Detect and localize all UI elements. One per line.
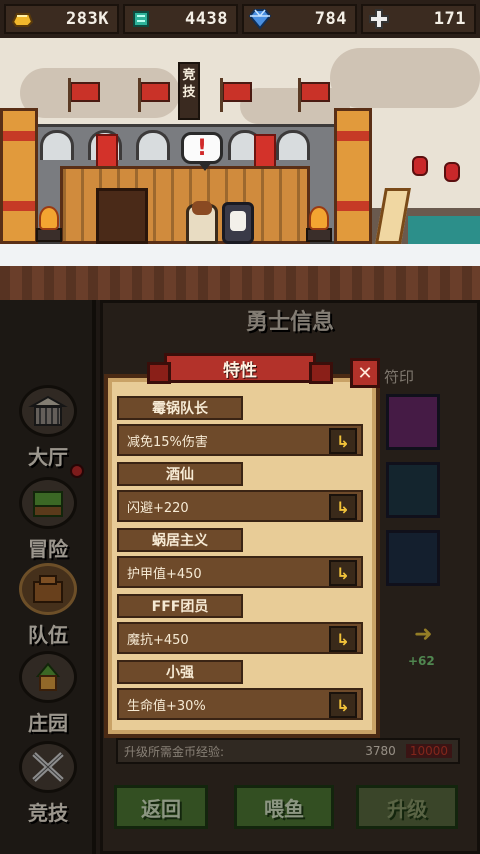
trait-name: FFF团员	[117, 594, 243, 618]
alert-speech-bubble[interactable]: !	[181, 132, 223, 171]
trait-detail-button[interactable]: ↳	[329, 692, 357, 718]
currency-bar: 283K 4438 784 171	[0, 0, 480, 38]
trait-row: 魔抗+450 ↳	[117, 622, 363, 654]
snow-ground	[0, 244, 480, 266]
flag	[68, 78, 100, 112]
arch	[40, 130, 74, 160]
emerald-counter: 4438	[123, 4, 238, 34]
plus-cross-icon	[365, 6, 393, 32]
diamond-counter: 784	[242, 4, 357, 34]
trait-row: 护甲值+450 ↳	[117, 556, 363, 588]
npc-elder[interactable]	[222, 202, 254, 244]
arch	[276, 130, 310, 160]
trait-desc: 生命值+30%	[127, 698, 206, 714]
arena-scene[interactable]: 竞技 !	[0, 38, 480, 300]
left-tower	[0, 108, 38, 244]
trait-row: 闪避+220 ↳	[117, 490, 363, 522]
right-tower	[334, 108, 372, 244]
arena-gate[interactable]	[96, 188, 148, 244]
trait-detail-button[interactable]: ↳	[329, 428, 357, 454]
gold-value: 283K	[66, 9, 109, 29]
emerald-value: 4438	[185, 9, 228, 29]
close-icon: ✕	[357, 362, 373, 384]
flag	[298, 78, 330, 112]
trait-desc: 闪避+220	[127, 500, 189, 516]
trait-row: 减免15%伤害 ↳	[117, 424, 363, 456]
trait-name: 小强	[117, 660, 243, 684]
npc-hero[interactable]	[186, 201, 218, 244]
flag	[220, 78, 252, 112]
brazier	[306, 228, 332, 242]
green-gem-icon	[127, 6, 155, 32]
trait-detail-button[interactable]: ↳	[329, 494, 357, 520]
diamond-value: 784	[314, 9, 347, 29]
fire-icon	[39, 206, 59, 230]
gold-ingot-icon	[8, 6, 36, 32]
blue-diamond-icon	[246, 6, 274, 32]
trait-name: 酒仙	[117, 462, 243, 486]
trait-desc: 护甲值+450	[127, 566, 202, 582]
lantern-icon	[444, 162, 460, 182]
trait-name: 蜗居主义	[117, 528, 243, 552]
trait-desc: 减免15%伤害	[127, 434, 208, 450]
brazier	[36, 228, 62, 242]
trait-row: 生命值+30% ↳	[117, 688, 363, 720]
fire-icon	[309, 206, 329, 230]
close-button[interactable]: ✕	[350, 358, 380, 388]
trait-name: 霉锅队长	[117, 396, 243, 420]
lantern-icon	[412, 156, 428, 176]
arena-sign[interactable]: 竞技	[178, 62, 200, 120]
sea	[408, 216, 480, 244]
trait-desc: 魔抗+450	[127, 632, 189, 648]
cross-value: 171	[433, 9, 466, 29]
trait-detail-button[interactable]: ↳	[329, 560, 357, 586]
arch	[136, 130, 170, 160]
dirt-ground	[0, 266, 480, 300]
cross-counter: 171	[361, 4, 476, 34]
gold-counter: 283K	[4, 4, 119, 34]
modal-title: 特性	[147, 353, 333, 384]
cloud	[330, 48, 480, 108]
exclamation-icon: !	[196, 135, 208, 161]
trait-detail-button[interactable]: ↳	[329, 626, 357, 652]
flag	[138, 78, 170, 112]
